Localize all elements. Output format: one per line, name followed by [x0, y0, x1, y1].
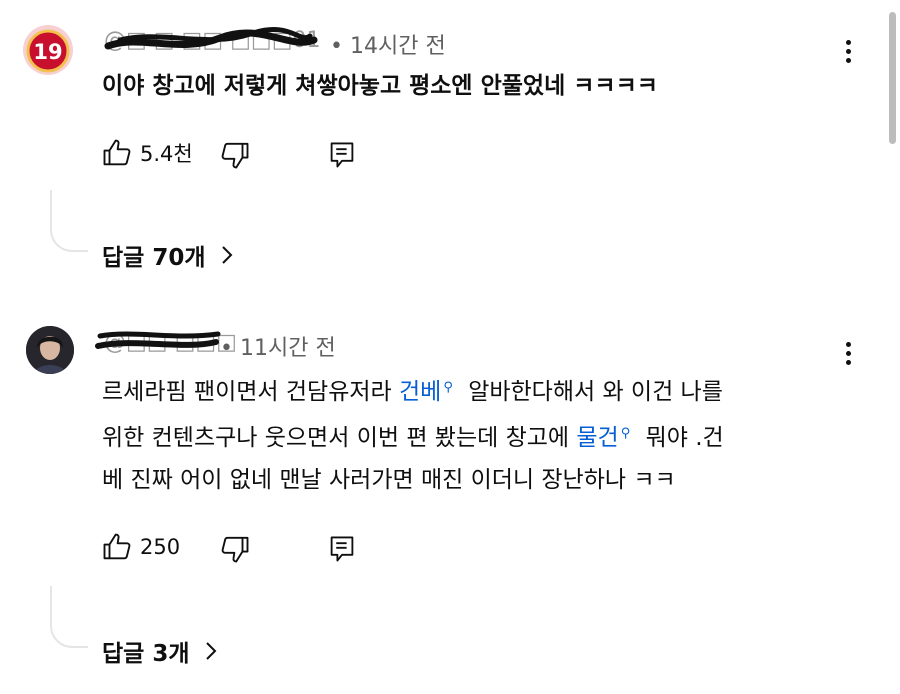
more-vert-icon[interactable]: [846, 40, 852, 67]
thumbs-up-icon: [103, 139, 131, 166]
dislike-button[interactable]: [220, 534, 250, 564]
comment-meta: • 11시간 전: [220, 336, 336, 361]
search-icon: ⚲: [443, 380, 453, 395]
search-icon: ⚲: [620, 426, 631, 441]
view-replies-button[interactable]: 답글 70개: [102, 238, 234, 272]
avatar-badge-text: 19: [33, 40, 62, 64]
thumbs-down-icon: [221, 536, 249, 563]
view-replies-button[interactable]: 답글 3개: [102, 634, 218, 668]
dislike-button[interactable]: [220, 140, 250, 170]
like-button[interactable]: 5.4천: [102, 138, 193, 168]
scrollbar-thumb[interactable]: [889, 12, 896, 144]
avatar[interactable]: 19: [22, 24, 74, 76]
like-button[interactable]: 250: [102, 532, 180, 562]
replies-label: 답글 70개: [102, 245, 206, 271]
reply-icon: [330, 536, 354, 562]
like-count: 250: [140, 535, 181, 559]
reply-button[interactable]: [328, 140, 356, 170]
reply-button[interactable]: [328, 534, 356, 564]
hashtag-link-gunbe[interactable]: 건베 ⚲: [399, 379, 453, 405]
thumbs-up-icon: [103, 533, 131, 560]
thread-connector: [50, 190, 88, 252]
hashtag-link-mulgeon[interactable]: 물건 ⚲: [576, 425, 630, 451]
comment-time: 14시간 전: [349, 34, 446, 59]
replies-label: 답글 3개: [102, 641, 190, 667]
thumbs-down-icon: [221, 142, 249, 169]
comment-text: 이야 창고에 저렇게 쳐쌓아놓고 평소엔 안풀었네 ㅋㅋㅋㅋ: [102, 73, 658, 99]
like-count: 5.4천: [140, 142, 193, 166]
thread-connector: [50, 586, 88, 648]
chevron-right-icon: [221, 246, 232, 264]
comment-meta: • 14시간 전: [330, 34, 446, 59]
redaction-scribble: [104, 27, 318, 50]
chevron-right-icon: [205, 642, 216, 660]
comment-text-line-2: 위한 컨텐츠구나 웃으면서 이번 편 봤는데 창고에 물건 ⚲ 뭐야 .건: [102, 425, 724, 451]
avatar[interactable]: [26, 326, 74, 374]
comment-time: 11시간 전: [239, 336, 336, 361]
comment-text-line-1: 르세라핌 팬이면서 건담유저라 건베 ⚲ 알바한다해서 와 이건 나를: [102, 379, 723, 405]
age-19-badge-icon: 19: [23, 25, 73, 75]
more-vert-icon[interactable]: [846, 342, 852, 369]
profile-photo-icon: [26, 326, 74, 374]
redaction-scribble: [95, 331, 221, 349]
comment-text-line-3: 베 진짜 어이 없네 맨날 사러가면 매진 이더니 장난하나 ㅋㅋ: [102, 467, 676, 493]
reply-icon: [330, 142, 354, 168]
